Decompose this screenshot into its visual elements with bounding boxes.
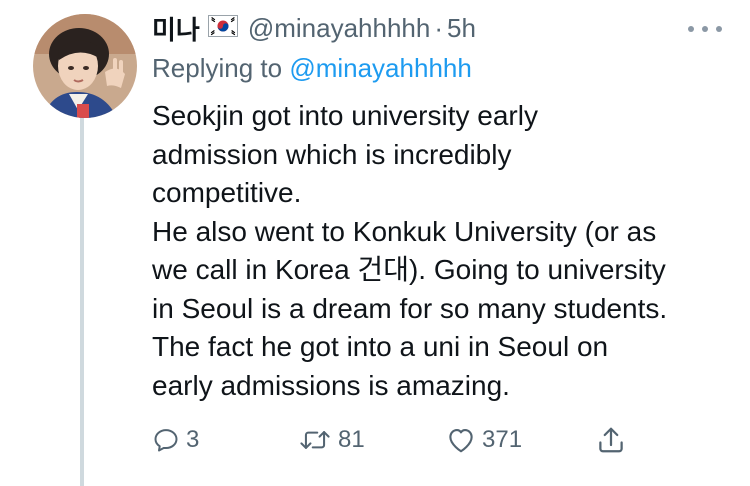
reply-bubble-icon — [154, 429, 178, 452]
share-button[interactable] — [596, 420, 626, 460]
tweet-text-line: we call in Korea 건대). Going to universit… — [152, 254, 666, 285]
handle[interactable]: @minayahhhhh — [248, 13, 431, 44]
tweet-text-line: early admissions is amazing. — [152, 369, 510, 401]
heart-icon — [449, 428, 473, 453]
tweet-text-line: The fact he got into a uni in Seoul on — [152, 331, 609, 362]
avatar-image — [33, 14, 137, 118]
tweet-text-line: He also went to Konkuk University (or as — [152, 215, 657, 247]
avatar[interactable] — [33, 14, 137, 118]
more-horizontal-icon — [688, 26, 722, 32]
timestamp[interactable]: 5h — [447, 13, 476, 44]
retweet-button[interactable]: 81 — [298, 420, 365, 460]
replying-mention[interactable]: @minayahhhhh — [289, 53, 472, 83]
tweet-text-line: competitive. — [152, 177, 302, 208]
flag-emoji — [207, 13, 238, 44]
retweet-count: 81 — [338, 426, 365, 453]
like-count: 371 — [482, 426, 523, 453]
reply-button[interactable]: 3 — [152, 420, 199, 460]
retweet-icon — [300, 431, 330, 449]
tweet-text-line: admission which is incredibly — [152, 138, 512, 170]
share-icon — [599, 427, 623, 453]
tweet-text-line: Seokjin got into university early — [152, 100, 538, 131]
tweet-text-line: in Seoul is a dream for so many students… — [152, 292, 668, 324]
thread-line — [80, 118, 84, 486]
replying-to: Replying to @minayahhhhh — [152, 53, 472, 84]
like-button[interactable]: 371 — [446, 420, 522, 460]
tweet-text: Seokjin got into university early admiss… — [152, 97, 737, 405]
more-options-button[interactable] — [680, 14, 730, 44]
tweet-header: 미나 @minayahhhhh · 5h — [152, 10, 476, 46]
action-bar: 3 81 371 — [152, 420, 642, 460]
replying-prefix: Replying to — [152, 53, 283, 83]
separator-dot: · — [434, 12, 444, 43]
reply-count: 3 — [186, 426, 200, 453]
display-name[interactable]: 미나 — [152, 10, 200, 47]
